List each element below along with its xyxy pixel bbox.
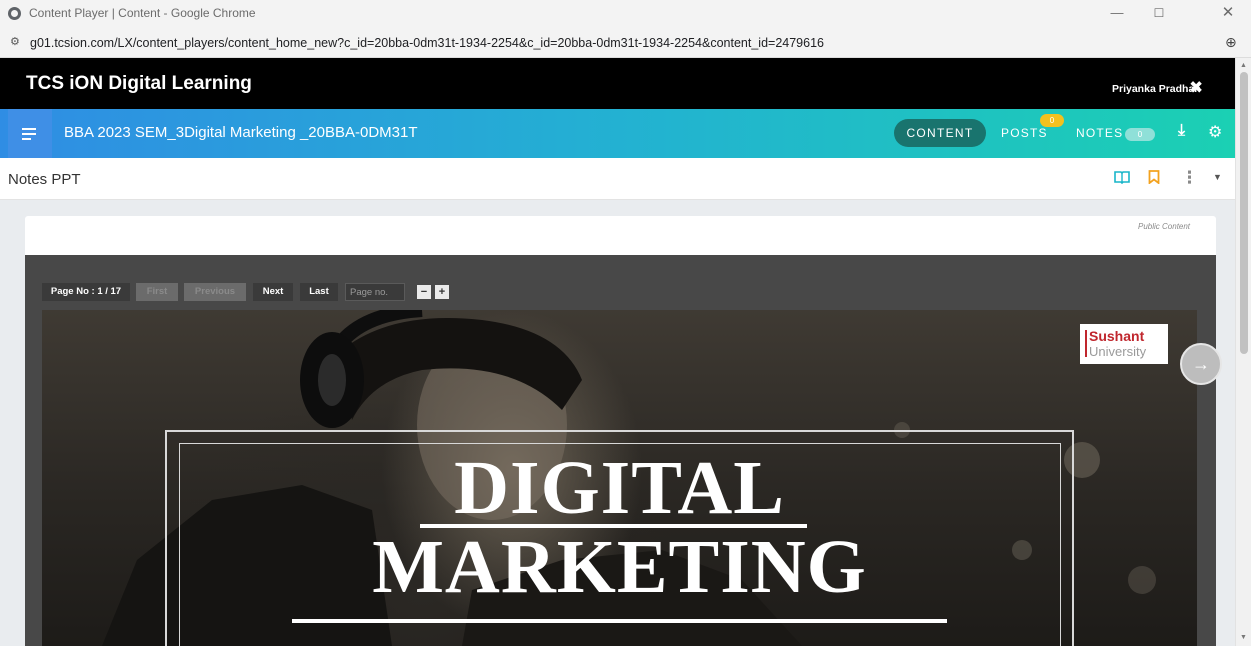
zoom-in-button[interactable]: +: [435, 285, 449, 299]
tab-content[interactable]: CONTENT: [894, 119, 986, 147]
page-title: Notes PPT: [8, 171, 81, 188]
last-page-button[interactable]: Last: [300, 283, 338, 301]
notes-count-badge: 0: [1125, 128, 1155, 141]
download-icon[interactable]: ⤓: [1178, 122, 1185, 140]
title-underline: [292, 619, 947, 623]
menu-icon: [22, 128, 36, 130]
maximize-button[interactable]: ☐: [1144, 3, 1174, 23]
tab-notes[interactable]: NOTES: [1076, 126, 1123, 140]
menu-icon-line: [22, 138, 31, 140]
scrollbar-thumb[interactable]: [1240, 72, 1248, 354]
zoom-out-button[interactable]: −: [417, 285, 431, 299]
slide-title-line-1: DIGITAL: [454, 446, 785, 530]
address-bar: ⚙ g01.tcsion.com/LX/content_players/cont…: [0, 27, 1251, 58]
page-viewport: TCS iON Digital Learning Priyanka Pradha…: [0, 58, 1235, 646]
minimize-button[interactable]: —: [1102, 3, 1132, 23]
university-logo: Sushant University: [1080, 324, 1168, 364]
book-icon[interactable]: [1114, 170, 1130, 189]
close-window-button[interactable]: ✕: [1213, 3, 1243, 23]
slide-canvas: DIGITAL MARKETING Sushant University: [42, 310, 1197, 646]
notes-toolbar: Notes PPT ⋮ ▼: [0, 158, 1235, 200]
previous-page-button[interactable]: Previous: [184, 283, 246, 301]
course-bar: BBA 2023 SEM_3Digital Marketing _20BBA-0…: [0, 109, 1235, 158]
bookmark-icon[interactable]: [1148, 170, 1160, 189]
tab-posts[interactable]: POSTS: [1001, 126, 1048, 140]
site-header: TCS iON Digital Learning Priyanka Pradha…: [0, 58, 1235, 109]
zoom-icon[interactable]: ⊕: [1225, 34, 1237, 51]
next-page-button[interactable]: Next: [253, 283, 293, 301]
brand-logo[interactable]: TCS iON Digital Learning: [26, 73, 252, 95]
scroll-up-icon[interactable]: ▲: [1240, 62, 1247, 69]
menu-button[interactable]: [8, 109, 52, 158]
chevron-down-icon[interactable]: ▼: [1213, 172, 1222, 182]
user-name: Priyanka Pradhan: [1112, 83, 1201, 95]
browser-title-bar: Content Player | Content - Google Chrome…: [0, 0, 1251, 27]
logo-text-secondary: University: [1089, 344, 1147, 359]
globe-icon: [8, 7, 21, 20]
next-slide-arrow-icon[interactable]: →: [1180, 343, 1222, 385]
window-title: Content Player | Content - Google Chrome: [29, 6, 256, 20]
page-number-input[interactable]: [345, 283, 405, 301]
course-title: BBA 2023 SEM_3Digital Marketing _20BBA-0…: [64, 124, 418, 141]
gear-icon[interactable]: ⚙: [1208, 122, 1222, 142]
posts-count-badge: 0: [1040, 114, 1064, 127]
slide-title-line-2: MARKETING: [372, 525, 867, 609]
page-indicator: Page No : 1 / 17: [42, 283, 130, 301]
logo-accent-bar: [1085, 330, 1087, 357]
url-field[interactable]: g01.tcsion.com/LX/content_players/conten…: [30, 36, 824, 50]
visibility-label: Public Content: [1138, 222, 1191, 231]
menu-icon-line: [22, 133, 36, 135]
content-card: Public Content Page No : 1 / 17 First Pr…: [25, 216, 1222, 646]
page-scrollbar[interactable]: ▲ ▼: [1235, 58, 1251, 646]
scroll-down-icon[interactable]: ▼: [1240, 634, 1247, 641]
ppt-player: Page No : 1 / 17 First Previous Next Las…: [25, 255, 1222, 646]
close-player-icon[interactable]: ✖: [1189, 78, 1203, 98]
site-info-icon[interactable]: ⚙: [10, 35, 20, 48]
first-page-button[interactable]: First: [136, 283, 178, 301]
more-options-icon[interactable]: ⋮: [1181, 168, 1198, 188]
logo-text-primary: Sushant: [1089, 328, 1145, 344]
